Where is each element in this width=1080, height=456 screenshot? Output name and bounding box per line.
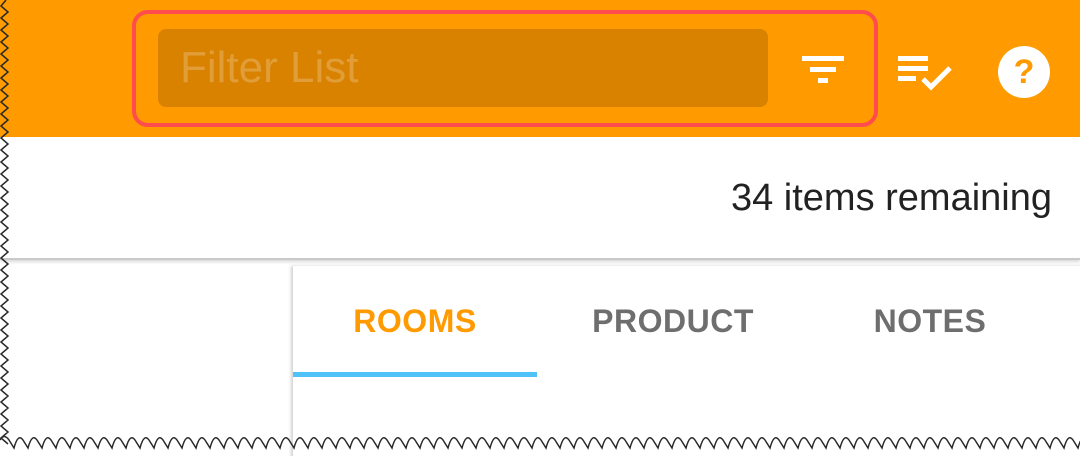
status-bar: 34 items remaining xyxy=(0,137,1080,260)
help-button[interactable]: ? xyxy=(998,46,1050,98)
filter-icon xyxy=(802,56,844,83)
playlist-check-icon xyxy=(898,56,952,91)
top-app-bar: ? xyxy=(0,0,1080,137)
tab-notes[interactable]: NOTES xyxy=(808,266,1052,376)
svg-text:?: ? xyxy=(1014,53,1035,91)
tab-product[interactable]: PRODUCT xyxy=(551,266,795,376)
tabs-panel: ROOMS PRODUCT NOTES xyxy=(293,266,1080,456)
app-window: ? 34 items remaining ROOMS PRODUCT NOTES xyxy=(0,0,1080,456)
items-remaining-count: 34 items remaining xyxy=(730,177,1052,219)
filter-button[interactable] xyxy=(796,48,850,92)
filter-list-input[interactable] xyxy=(158,29,768,107)
tab-rooms[interactable]: ROOMS xyxy=(293,266,537,376)
active-tab-indicator xyxy=(293,372,537,377)
checklist-button[interactable] xyxy=(896,50,954,94)
help-icon: ? xyxy=(998,46,1050,98)
